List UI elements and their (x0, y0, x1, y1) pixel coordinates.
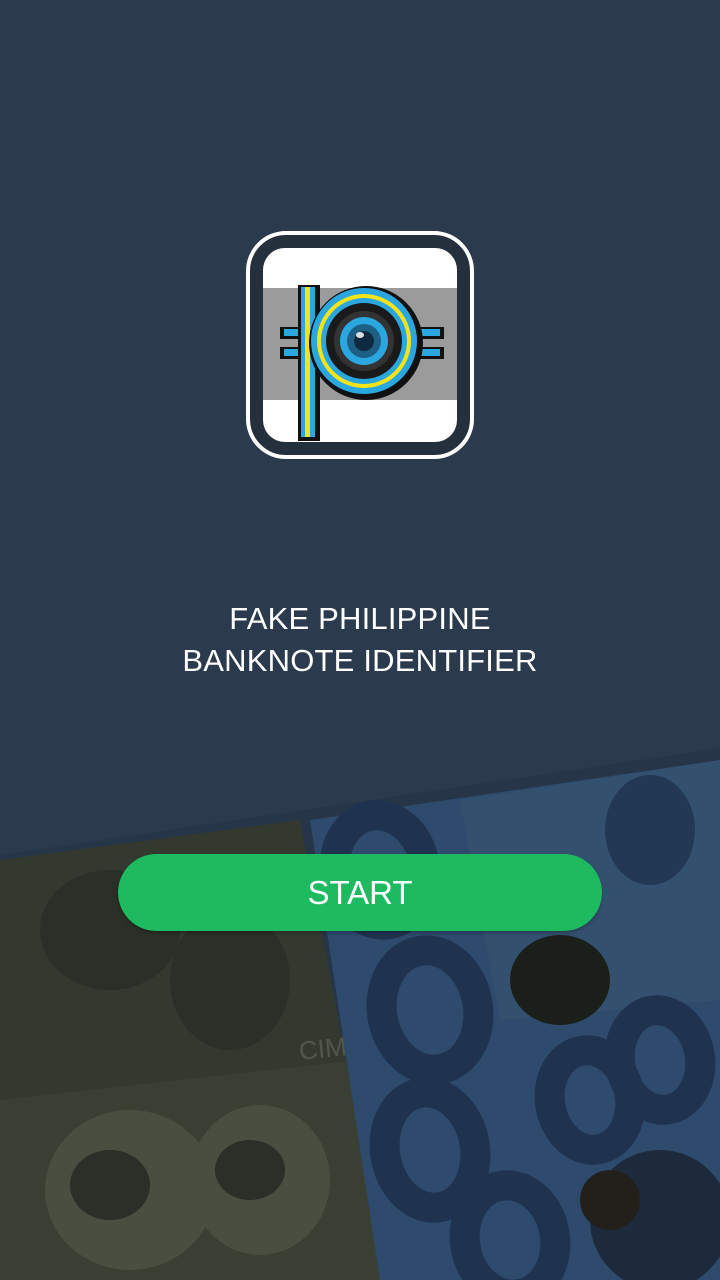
start-button[interactable]: START (118, 854, 602, 931)
app-title-line1: FAKE PHILIPPINE (229, 601, 491, 636)
app-title-line2: BANKNOTE IDENTIFIER (182, 643, 538, 678)
app-title: FAKE PHILIPPINE BANKNOTE IDENTIFIER (0, 598, 720, 682)
peso-camera-logo-icon (246, 231, 474, 459)
splash-screen: CIMA FAKE PHILIPPINE BANKNOTE IDENTIFIER… (0, 0, 720, 1280)
